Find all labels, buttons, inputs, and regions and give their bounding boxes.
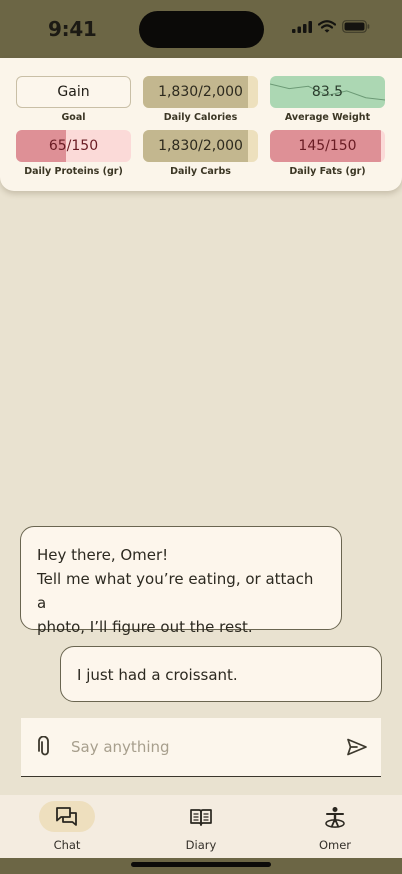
message-line: photo, I’ll figure out the rest. xyxy=(37,618,253,636)
carbs-value: 1,830/2,000 xyxy=(158,138,243,154)
stats-panel: Gain Goal 1,830/2,000 Daily Calories 83.… xyxy=(0,58,402,191)
bottom-tab-bar: Chat Diary Omer xyxy=(0,795,402,858)
tab-chat-indicator xyxy=(39,801,95,832)
status-time: 9:41 xyxy=(48,17,97,41)
message-line: I just had a croissant. xyxy=(77,666,238,684)
message-line: Hey there, Omer! xyxy=(37,546,169,564)
weight-label: Average Weight xyxy=(284,112,371,123)
weight-box[interactable]: 83.5 xyxy=(270,76,385,108)
wifi-icon xyxy=(318,20,336,33)
proteins-label: Daily Proteins (gr) xyxy=(24,166,123,177)
message-composer xyxy=(21,718,381,777)
carbs-stat[interactable]: 1,830/2,000 Daily Carbs xyxy=(143,130,258,177)
proteins-box[interactable]: 65/150 xyxy=(16,130,131,162)
home-indicator xyxy=(131,862,271,867)
goal-value: Gain xyxy=(57,84,90,100)
assistant-message: Hey there, Omer! Tell me what you’re eat… xyxy=(20,526,342,636)
chat-icon xyxy=(56,806,77,826)
fats-stat[interactable]: 145/150 Daily Fats (gr) xyxy=(270,130,385,177)
carbs-label: Daily Carbs xyxy=(170,166,231,177)
goal-box[interactable]: Gain xyxy=(16,76,131,108)
home-indicator-area xyxy=(0,858,402,874)
tab-diary-label: Diary xyxy=(185,838,217,852)
proteins-value: 65/150 xyxy=(48,138,99,154)
tab-omer-label: Omer xyxy=(318,838,352,852)
tab-diary[interactable]: Diary xyxy=(134,795,268,858)
message-line: Tell me what you’re eating, or attach a xyxy=(37,570,314,612)
tab-omer[interactable]: Omer xyxy=(268,795,402,858)
message-input[interactable] xyxy=(71,734,321,760)
signal-icon xyxy=(292,20,312,33)
tab-diary-indicator xyxy=(173,801,229,832)
tab-chat[interactable]: Chat xyxy=(0,795,134,858)
tab-chat-label: Chat xyxy=(53,838,81,852)
status-bar: 9:41 xyxy=(0,0,402,58)
calories-stat[interactable]: 1,830/2,000 Daily Calories xyxy=(143,76,258,123)
calories-value: 1,830/2,000 xyxy=(158,84,243,100)
calories-label: Daily Calories xyxy=(163,112,238,123)
fats-box[interactable]: 145/150 xyxy=(270,130,385,162)
goal-label: Goal xyxy=(61,112,86,123)
dynamic-island xyxy=(139,11,264,48)
carbs-box[interactable]: 1,830/2,000 xyxy=(143,130,258,162)
weight-stat[interactable]: 83.5 Average Weight xyxy=(270,76,385,123)
send-icon[interactable] xyxy=(345,735,369,759)
fats-value: 145/150 xyxy=(298,138,357,154)
goal-stat[interactable]: Gain Goal xyxy=(16,76,131,123)
weight-value: 83.5 xyxy=(311,84,344,100)
status-icons xyxy=(292,20,370,33)
paperclip-icon[interactable] xyxy=(35,736,55,758)
calories-box[interactable]: 1,830/2,000 xyxy=(143,76,258,108)
diary-icon xyxy=(190,808,212,826)
battery-icon xyxy=(342,20,370,33)
fats-label: Daily Fats (gr) xyxy=(289,166,366,177)
person-icon xyxy=(325,806,345,828)
proteins-stat[interactable]: 65/150 Daily Proteins (gr) xyxy=(16,130,131,177)
user-message: I just had a croissant. xyxy=(60,646,382,702)
tab-omer-indicator xyxy=(307,801,363,832)
